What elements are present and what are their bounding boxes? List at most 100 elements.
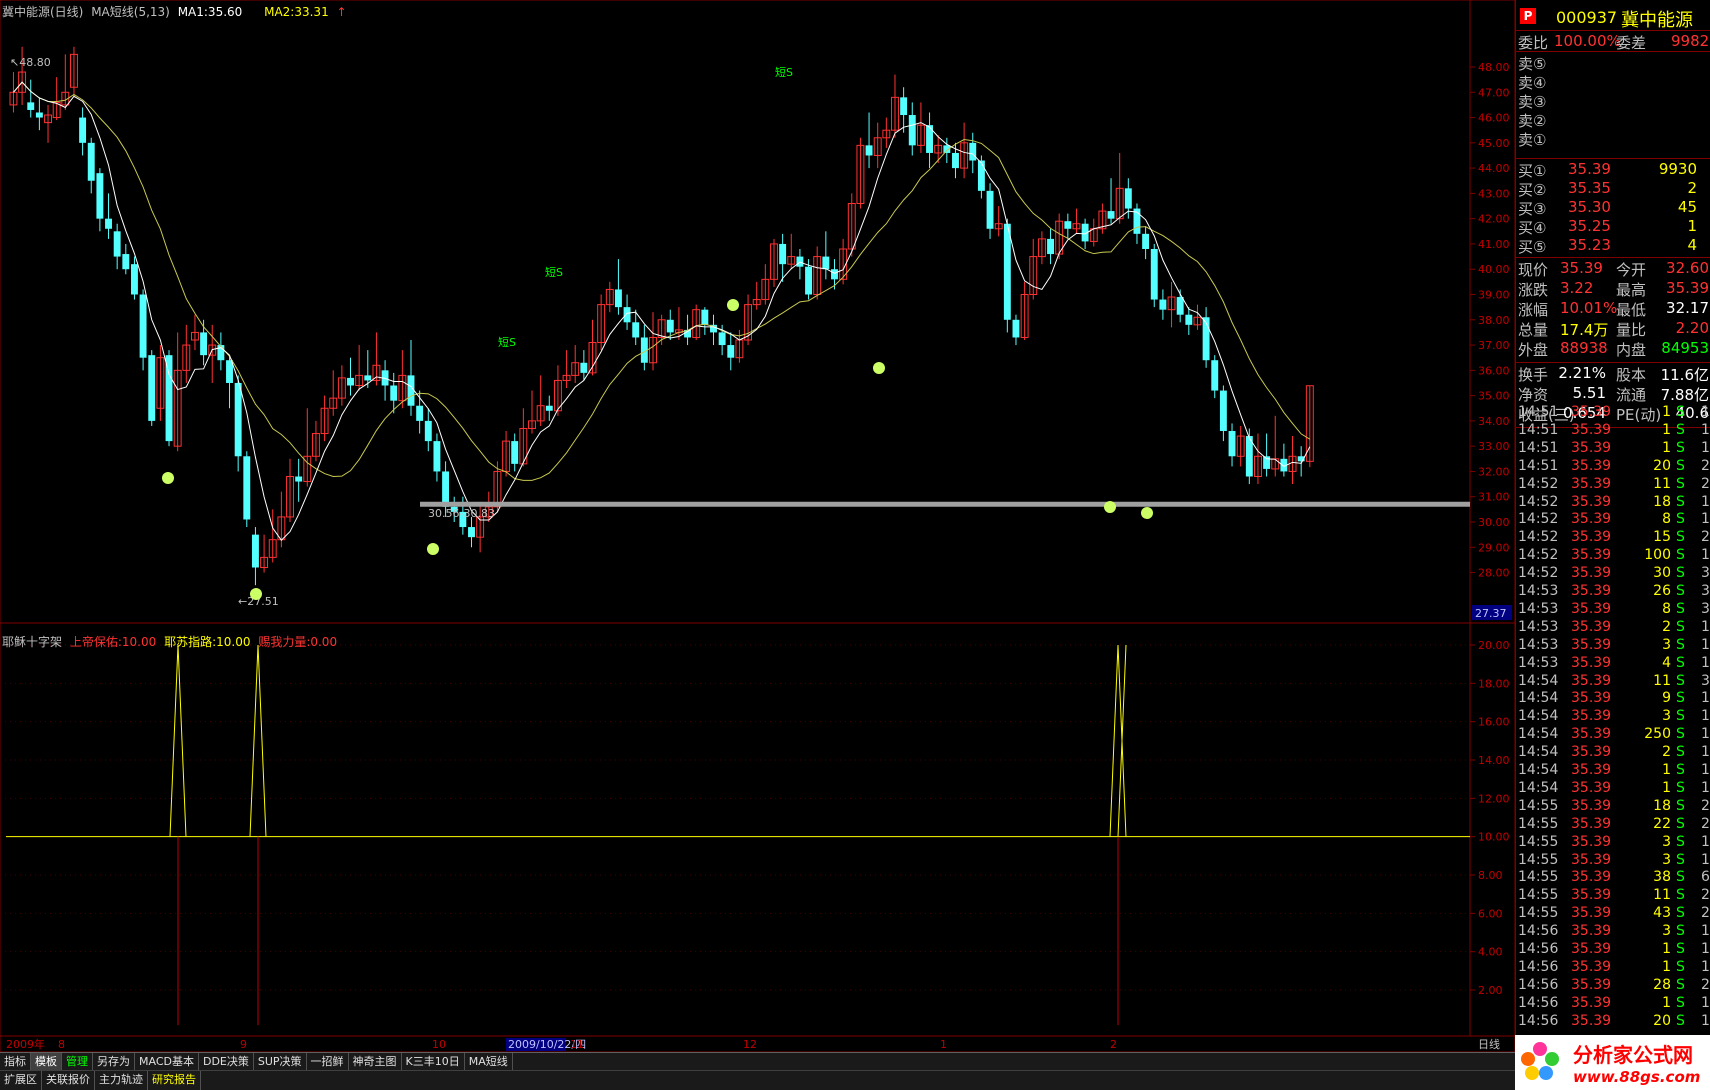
tick-row: 14:54 35.39 250 S 1 xyxy=(1516,726,1710,744)
toolbar2-item-2[interactable]: 主力轨迹 xyxy=(95,1071,148,1090)
tick-row: 14:54 35.39 11 S 3 xyxy=(1516,673,1710,691)
toolbar1-item-0[interactable]: 指标 xyxy=(0,1053,31,1070)
candle-body-down xyxy=(79,117,87,143)
tick-price: 35.39 xyxy=(1571,779,1612,796)
stock-title: 冀中能源(日线) xyxy=(2,5,84,19)
tick-volume: 2 xyxy=(1662,618,1671,635)
tick-price: 35.39 xyxy=(1571,529,1612,546)
price-axis-label: 46.00 xyxy=(1478,112,1510,125)
tick-volume: 38 xyxy=(1653,869,1671,886)
stat-label: 最低 xyxy=(1616,301,1647,319)
candle-body-down xyxy=(27,102,35,110)
tick-count: 2 xyxy=(1701,797,1710,814)
toolbar1-item-4[interactable]: MACD基本 xyxy=(135,1053,199,1070)
candle-body-down xyxy=(908,115,916,146)
tick-volume: 1 xyxy=(1662,404,1671,420)
toolbar2-item-0[interactable]: 扩展区 xyxy=(0,1071,42,1090)
candle-body-down xyxy=(390,385,398,401)
candle-body-down xyxy=(1150,249,1158,300)
tick-side: S xyxy=(1676,744,1685,761)
tick-volume: 1 xyxy=(1662,779,1671,796)
candle-body-down xyxy=(35,112,43,118)
tick-time: 14:51 xyxy=(1518,439,1559,456)
tick-row: 14:52 35.39 11 S 2 xyxy=(1516,476,1710,494)
kline-chart-area[interactable]: 48.00 47.00 46.00 45.00 44.00 43.00 42.00 41.00… xyxy=(0,0,1710,1090)
tick-volume: 3 xyxy=(1662,851,1671,868)
candle-body-down xyxy=(200,332,208,356)
date-m8: 8 xyxy=(58,1038,65,1051)
tick-count: 1 xyxy=(1701,941,1710,957)
stat-label: 总量 xyxy=(1518,321,1549,339)
sub-axis-label: 10.00 xyxy=(1478,831,1510,844)
signal-label: 短S xyxy=(775,65,793,79)
buy-label: 买③ xyxy=(1518,200,1547,218)
tick-price: 35.39 xyxy=(1571,869,1612,886)
toolbar2-item-3[interactable]: 研究报告 xyxy=(148,1071,201,1090)
tick-price: 35.39 xyxy=(1571,511,1612,528)
tick-count: 6 xyxy=(1701,869,1710,886)
toolbar2-item-1[interactable]: 关联报价 xyxy=(42,1071,95,1090)
stat-label: 涨跌 xyxy=(1518,281,1549,299)
sub-item3: 赐我力量:0.00 xyxy=(258,635,338,649)
tick-time: 14:55 xyxy=(1518,815,1559,832)
flower-logo-icon xyxy=(1519,1038,1569,1088)
candle-body-down xyxy=(468,527,475,538)
toolbar1-item-5[interactable]: DDE决策 xyxy=(199,1053,254,1070)
sub-axis-label: 20.00 xyxy=(1478,639,1510,652)
tick-count: 1 xyxy=(1701,1012,1710,1029)
tick-side: S xyxy=(1676,941,1685,957)
tick-side: S xyxy=(1676,815,1685,832)
candle-body-down xyxy=(1142,233,1150,249)
tick-row: 14:55 35.39 3 S 1 xyxy=(1516,852,1710,870)
stat-value: 10.01% xyxy=(1560,299,1618,317)
price-axis-label: 38.00 xyxy=(1478,314,1510,327)
sell-row: 卖② xyxy=(1516,110,1710,130)
tick-count: 2 xyxy=(1701,815,1710,832)
tick-price: 35.39 xyxy=(1571,708,1612,725)
tick-side: S xyxy=(1676,905,1685,922)
tick-volume: 4 xyxy=(1662,654,1671,671)
toolbar1-item-10[interactable]: MA短线 xyxy=(465,1053,513,1070)
candle-body-down xyxy=(580,362,588,373)
candle-body-down xyxy=(442,471,450,507)
tick-row: 14:52 35.39 18 S 1 xyxy=(1516,494,1710,512)
tick-time: 14:53 xyxy=(1518,618,1559,635)
tick-price: 35.39 xyxy=(1571,547,1612,564)
tick-row: 14:55 35.39 18 S 2 xyxy=(1516,798,1710,816)
tick-row: 14:54 35.39 1 S 1 xyxy=(1516,762,1710,780)
tick-count: 1 xyxy=(1701,833,1710,850)
candle-body-down xyxy=(977,160,985,191)
toolbar1-item-3[interactable]: 另存为 xyxy=(93,1053,135,1070)
toolbar1-item-7[interactable]: 一招鲜 xyxy=(307,1053,349,1070)
sub-axis-label: 8.00 xyxy=(1478,869,1503,882)
fin-label: 股本 xyxy=(1616,366,1647,384)
toolbar1-item-2[interactable]: 管理 xyxy=(62,1053,93,1070)
stat-row: 现价 35.39 今开 32.60 xyxy=(1516,259,1710,279)
stat-value: 35.39 xyxy=(1666,279,1709,297)
crosshair-price: 27.37 xyxy=(1475,607,1507,620)
candle-body-down xyxy=(1124,188,1132,209)
tick-price: 35.39 xyxy=(1571,690,1612,707)
tick-count: 1 xyxy=(1701,851,1710,868)
toolbar1-item-9[interactable]: K三丰10日 xyxy=(402,1053,465,1070)
candle-body-down xyxy=(130,264,138,295)
fin-label: 流通 xyxy=(1616,386,1647,404)
candle-body-down xyxy=(1228,431,1236,457)
tick-volume: 1 xyxy=(1662,439,1671,456)
toolbar1-item-6[interactable]: SUP决策 xyxy=(254,1053,307,1070)
candle-body-down xyxy=(1012,319,1020,338)
candle-body-down xyxy=(407,375,415,406)
tick-side: S xyxy=(1676,869,1685,886)
candle-body-down xyxy=(226,360,233,383)
tick-count: 1 xyxy=(1701,779,1710,796)
candle-body-down xyxy=(865,145,873,156)
tick-count: 3 xyxy=(1701,600,1710,617)
ma-indicator-label: MA短线(5,13) xyxy=(91,5,170,19)
candle-body-down xyxy=(1185,314,1193,325)
extension-toolbar: 扩展区 关联报价 主力轨迹 研究报告 xyxy=(0,1070,1515,1090)
tick-volume: 1 xyxy=(1662,762,1671,778)
toolbar1-item-8[interactable]: 神奇主图 xyxy=(349,1053,402,1070)
toolbar1-item-1[interactable]: 模板 xyxy=(31,1053,62,1070)
kline-chart[interactable]: 48.00 47.00 46.00 45.00 44.00 43.00 42.00 41.00… xyxy=(0,0,1515,1052)
sell-label: 卖① xyxy=(1518,131,1547,149)
